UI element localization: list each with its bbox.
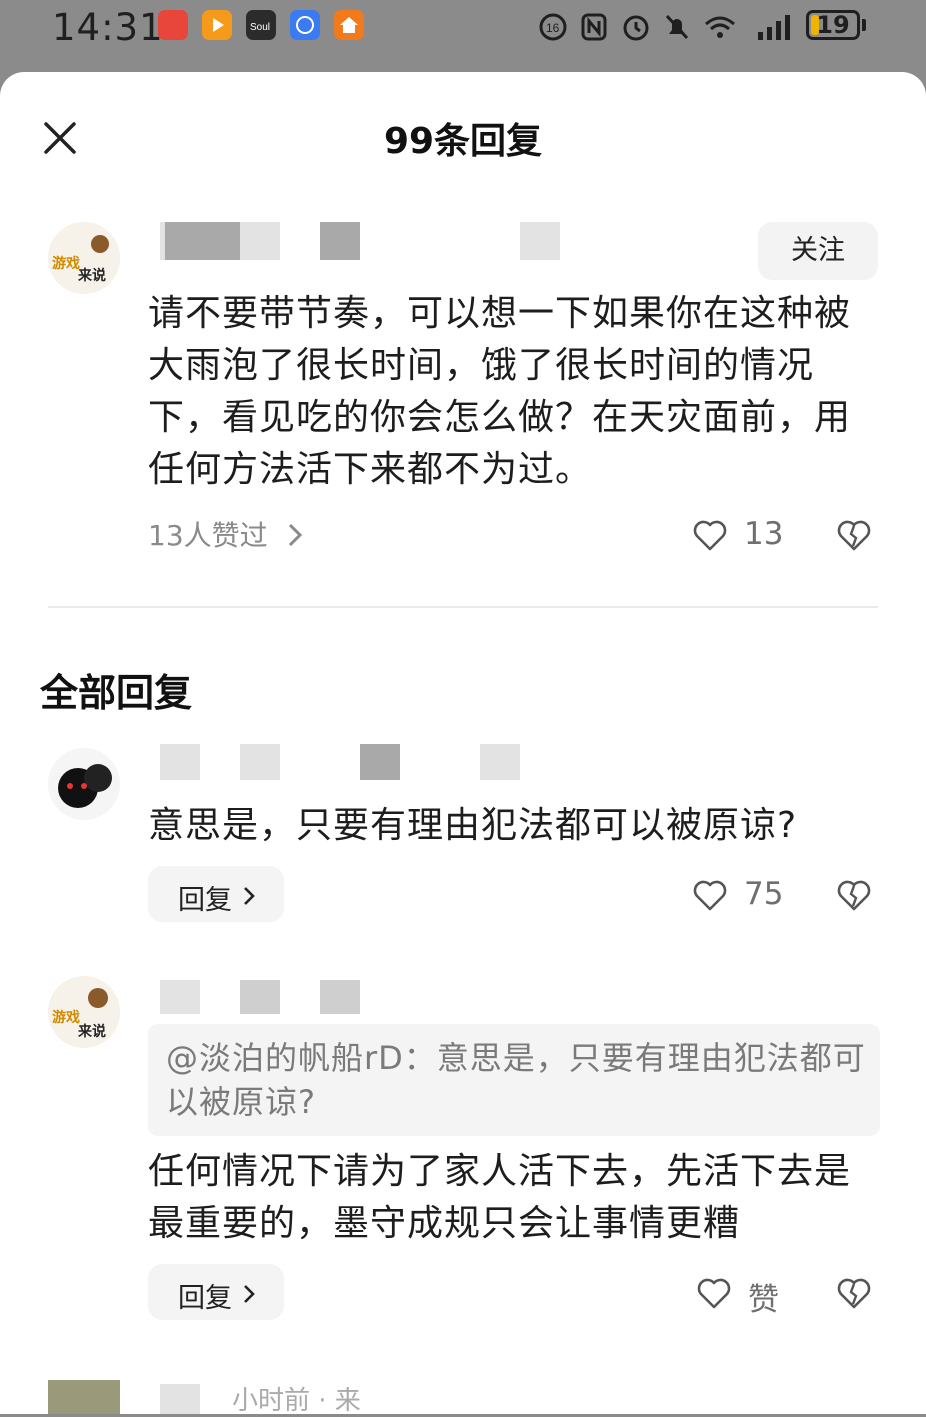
username-redacted xyxy=(160,744,200,780)
meta-redacted xyxy=(320,222,360,260)
like-count: 赞 xyxy=(748,1282,779,1318)
section-title: 全部回复 xyxy=(40,671,193,715)
meta-redacted xyxy=(480,744,520,780)
soul-app-icon: Soul xyxy=(246,10,276,40)
hd-icon: 16 xyxy=(539,13,567,41)
quoted-reply: @淡泊的帆船rD：意思是，只要有理由犯法都可以被原谅? xyxy=(148,1024,880,1136)
like-icon[interactable] xyxy=(692,878,728,912)
video-app-icon xyxy=(202,10,232,40)
battery-tip xyxy=(862,19,866,31)
svg-text:Soul: Soul xyxy=(250,22,270,33)
main-comment-text: 请不要带节奏，可以想一下如果你在这种被大雨泡了很长时间，饿了很长时间的情况下，看… xyxy=(148,293,852,490)
like-icon[interactable] xyxy=(692,518,728,552)
wifi-icon xyxy=(705,16,735,38)
meta-redacted xyxy=(520,222,560,260)
avatar[interactable] xyxy=(48,1380,120,1414)
dislike-icon[interactable] xyxy=(836,878,872,912)
chevron-right-icon xyxy=(244,887,255,905)
username-redacted xyxy=(160,980,200,1014)
status-time: 14:31 xyxy=(52,6,164,49)
sheet-title: 99条回复 xyxy=(383,121,543,162)
reply-text: 任何情况下请为了家人活下去，先活下去是最重要的，墨守成规只会让事情更糟 xyxy=(148,1151,852,1244)
avatar[interactable]: 游戏 来说 xyxy=(48,976,120,1048)
follow-button[interactable]: 关注 xyxy=(758,222,878,280)
svg-text:游戏: 游戏 xyxy=(52,1009,80,1025)
chevron-right-icon[interactable] xyxy=(286,522,304,548)
alarm-icon xyxy=(623,15,649,41)
reply-button-label: 回复 xyxy=(178,885,232,916)
like-count: 75 xyxy=(744,876,784,912)
signal-icon xyxy=(758,15,790,40)
svg-text:16: 16 xyxy=(546,21,560,35)
reply-text: 意思是，只要有理由犯法都可以被原谅? xyxy=(148,805,798,846)
svg-text:游戏: 游戏 xyxy=(52,255,80,271)
svg-text:来说: 来说 xyxy=(77,1023,106,1039)
battery-percent: 19 xyxy=(816,11,850,39)
nfc-icon xyxy=(581,13,607,41)
dislike-icon[interactable] xyxy=(836,1276,872,1310)
avatar[interactable]: 游戏 来说 xyxy=(48,222,120,294)
quoted-reply-text: @淡泊的帆船rD：意思是，只要有理由犯法都可以被原谅? xyxy=(166,1039,866,1121)
username-redacted xyxy=(240,980,280,1014)
meta-redacted xyxy=(360,744,400,780)
status-bar: 14:31 Soul 16 19 xyxy=(0,0,926,60)
username-redacted xyxy=(240,744,280,780)
notification-app-icon xyxy=(158,10,188,40)
battery-icon: 19 xyxy=(806,10,860,40)
dislike-icon[interactable] xyxy=(836,518,872,552)
divider xyxy=(48,606,878,608)
like-icon[interactable] xyxy=(696,1276,732,1310)
reply-meta: 小时前 · 来 xyxy=(232,1386,361,1416)
music-app-icon xyxy=(290,10,320,40)
reply-button-label: 回复 xyxy=(178,1283,232,1314)
avatar[interactable] xyxy=(48,748,120,820)
svg-text:来说: 来说 xyxy=(77,267,106,283)
reply-button[interactable]: 回复 xyxy=(148,1264,284,1320)
reply-button[interactable]: 回复 xyxy=(148,866,284,922)
username-redacted xyxy=(165,222,240,260)
likers-summary[interactable]: 13人赞过 xyxy=(148,514,268,554)
like-count: 13 xyxy=(744,516,784,552)
meta-redacted xyxy=(320,980,360,1014)
mute-icon xyxy=(665,14,689,40)
chevron-right-icon xyxy=(244,1285,255,1303)
username-redacted xyxy=(160,1384,200,1414)
home-app-icon xyxy=(334,10,364,40)
